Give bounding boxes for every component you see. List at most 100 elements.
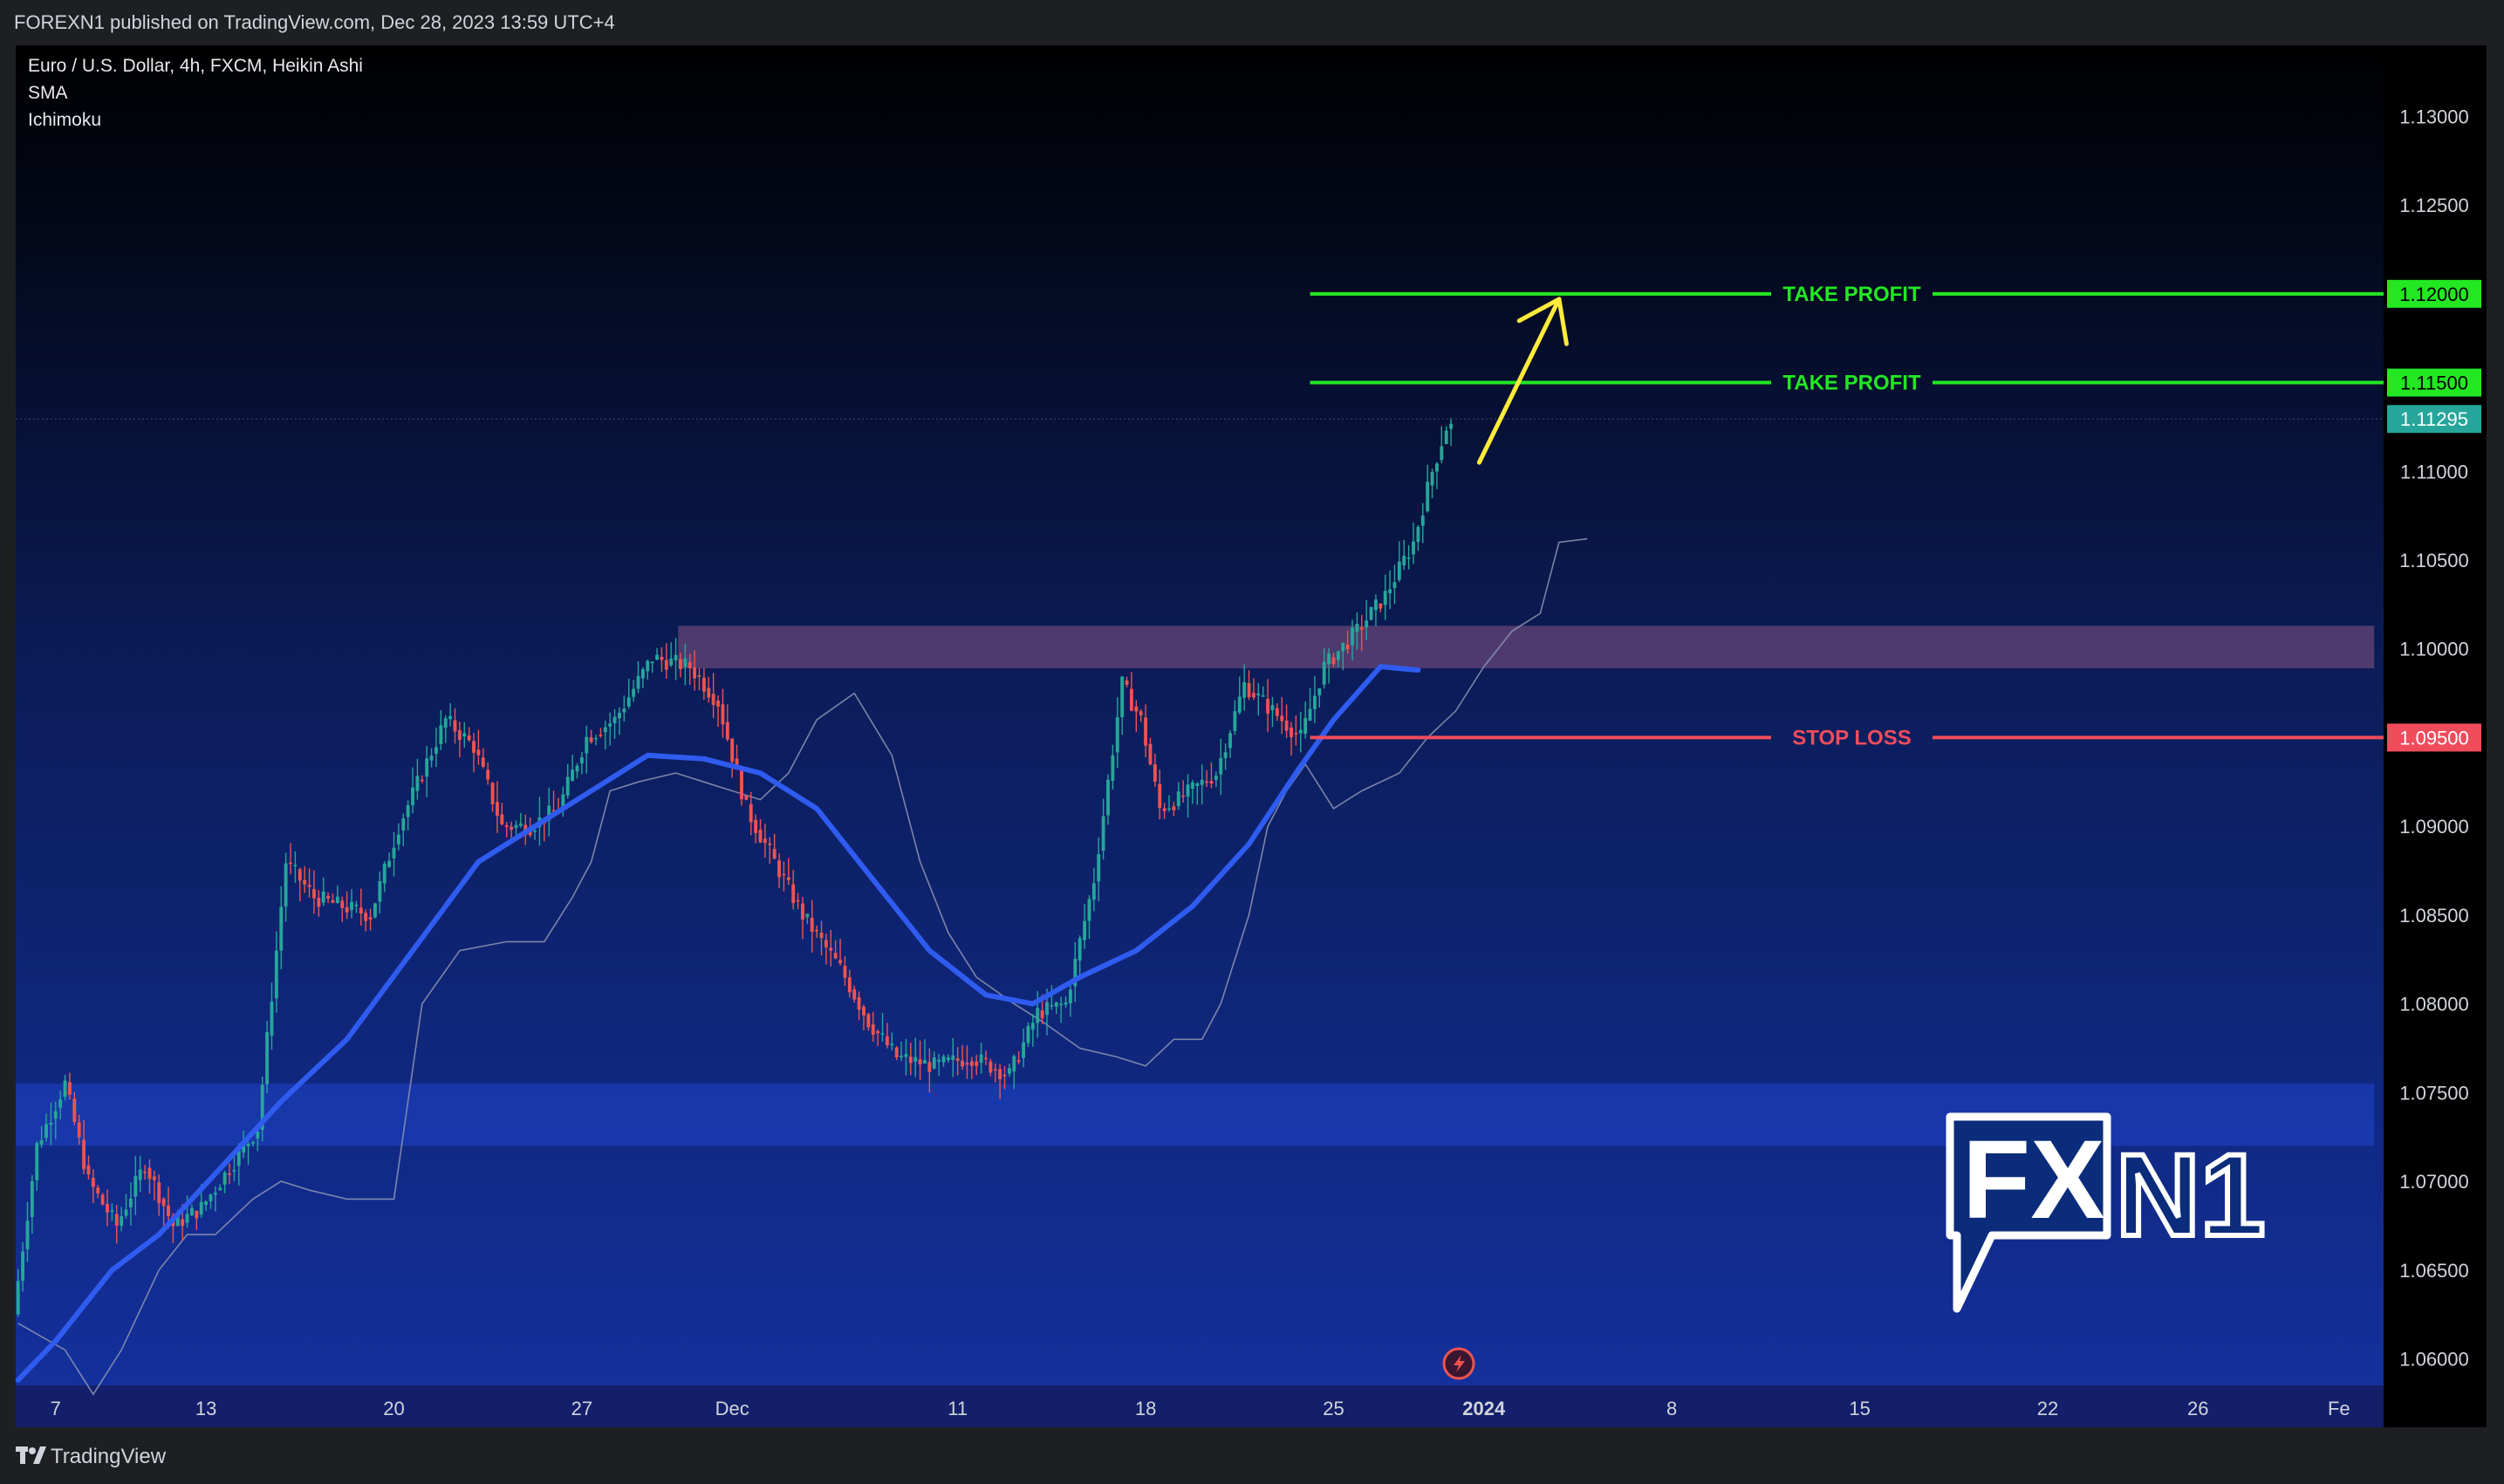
candle-body bbox=[697, 675, 701, 677]
candle-body bbox=[143, 1172, 147, 1173]
candle-body bbox=[1030, 1022, 1035, 1030]
candle-body bbox=[1162, 808, 1166, 811]
candle-body bbox=[120, 1216, 124, 1226]
candle-body bbox=[222, 1172, 227, 1185]
candle-body bbox=[1379, 603, 1383, 609]
candle-body bbox=[467, 735, 471, 741]
candle-body bbox=[1120, 676, 1125, 718]
candle-body bbox=[1059, 1003, 1064, 1006]
candle-body bbox=[565, 776, 570, 796]
candle-body bbox=[1144, 717, 1148, 746]
candle-body bbox=[392, 847, 396, 858]
candle-body bbox=[961, 1060, 965, 1067]
y-tick-label: 1.06500 bbox=[2399, 1260, 2469, 1282]
candle-body bbox=[518, 823, 523, 826]
chart-canvas[interactable]: TAKE PROFIT 1.12000 TAKE PROFIT 1.11500 STOP… bbox=[0, 0, 2504, 1484]
candle-body bbox=[228, 1173, 231, 1175]
x-tick-label: 15 bbox=[1849, 1398, 1870, 1419]
legend-symbol[interactable]: Euro / U.S. Dollar, 4h, FXCM, Heikin Ash… bbox=[28, 52, 363, 79]
candle-body bbox=[53, 1111, 58, 1119]
candle-body bbox=[307, 885, 311, 887]
footer-bar: TradingView bbox=[0, 1427, 2504, 1484]
candle-body bbox=[1016, 1060, 1021, 1063]
tradingview-logo-icon bbox=[16, 1446, 46, 1464]
candle-body bbox=[1214, 776, 1218, 780]
candle-body bbox=[679, 659, 682, 670]
candle-body bbox=[1083, 920, 1087, 940]
candle-body bbox=[833, 953, 838, 959]
resistance-zone bbox=[678, 626, 2375, 669]
candle-body bbox=[128, 1198, 133, 1207]
candle-body bbox=[25, 1221, 30, 1249]
candle-body bbox=[359, 907, 363, 914]
candle-body bbox=[147, 1167, 152, 1180]
candle-body bbox=[317, 898, 321, 907]
candle-body bbox=[693, 667, 697, 679]
candle-body bbox=[969, 1061, 974, 1066]
candle-body bbox=[298, 869, 302, 881]
candle-body bbox=[730, 738, 735, 763]
candle-body bbox=[758, 830, 763, 843]
candle-body bbox=[1434, 463, 1439, 472]
candle-body bbox=[998, 1069, 1002, 1079]
y-tick-label: 1.08000 bbox=[2399, 994, 2469, 1016]
level-price-label-1: 1.11500 bbox=[2400, 373, 2468, 394]
candle-body bbox=[1397, 561, 1401, 580]
candle-body bbox=[1091, 883, 1096, 900]
candle-body bbox=[1280, 715, 1284, 721]
candle-body bbox=[1412, 541, 1415, 555]
candle-body bbox=[768, 843, 772, 845]
legend-sma[interactable]: SMA bbox=[28, 79, 363, 106]
level-price-label-0: 1.12000 bbox=[2399, 284, 2469, 305]
candle-body bbox=[195, 1210, 199, 1219]
candle-body bbox=[801, 903, 804, 920]
candle-body bbox=[989, 1061, 993, 1073]
y-tick-label: 1.13000 bbox=[2399, 106, 2469, 127]
lightning-icon[interactable] bbox=[1442, 1347, 1475, 1380]
candle-body bbox=[632, 688, 636, 697]
candle-body bbox=[387, 860, 392, 867]
candle-body bbox=[289, 862, 292, 865]
candle-body bbox=[486, 769, 490, 780]
candle-body bbox=[815, 930, 819, 932]
candle-body bbox=[345, 906, 349, 913]
candle-body bbox=[1036, 1008, 1040, 1023]
candle-body bbox=[67, 1082, 72, 1095]
candle-body bbox=[1106, 779, 1110, 816]
candle-body bbox=[274, 950, 278, 999]
candle-body bbox=[199, 1201, 203, 1215]
candle-body bbox=[1341, 642, 1345, 652]
candle-body bbox=[218, 1187, 222, 1191]
candle-body bbox=[39, 1139, 44, 1145]
candle-body bbox=[824, 940, 828, 947]
candle-body bbox=[674, 654, 678, 660]
chart-legend[interactable]: Euro / U.S. Dollar, 4h, FXCM, Heikin Ash… bbox=[28, 52, 363, 133]
candle-body bbox=[993, 1069, 997, 1071]
candle-body bbox=[618, 712, 621, 719]
candle-body bbox=[1449, 423, 1454, 429]
candle-body bbox=[411, 787, 414, 805]
candle-body bbox=[1402, 556, 1406, 565]
candle-body bbox=[457, 729, 462, 740]
candle-body bbox=[1383, 591, 1387, 605]
candle-body bbox=[571, 769, 575, 782]
candle-body bbox=[975, 1061, 979, 1066]
candle-body bbox=[707, 687, 711, 698]
candle-body bbox=[927, 1062, 932, 1072]
candle-body bbox=[1308, 708, 1312, 721]
candle-body bbox=[434, 747, 438, 754]
level-label-1: TAKE PROFIT bbox=[1782, 372, 1921, 395]
candle-body bbox=[91, 1178, 95, 1187]
candle-body bbox=[279, 906, 284, 951]
candle-body bbox=[1392, 582, 1397, 589]
candle-body bbox=[1242, 681, 1247, 698]
candle-body bbox=[204, 1201, 209, 1206]
candle-body bbox=[622, 708, 626, 713]
legend-ichimoku[interactable]: Ichimoku bbox=[28, 106, 363, 133]
candle-body bbox=[1327, 653, 1331, 665]
candle-body bbox=[364, 913, 368, 921]
candle-body bbox=[1176, 791, 1180, 806]
candle-body bbox=[1251, 693, 1255, 698]
candle-body bbox=[1247, 683, 1251, 698]
candle-body bbox=[378, 881, 382, 902]
